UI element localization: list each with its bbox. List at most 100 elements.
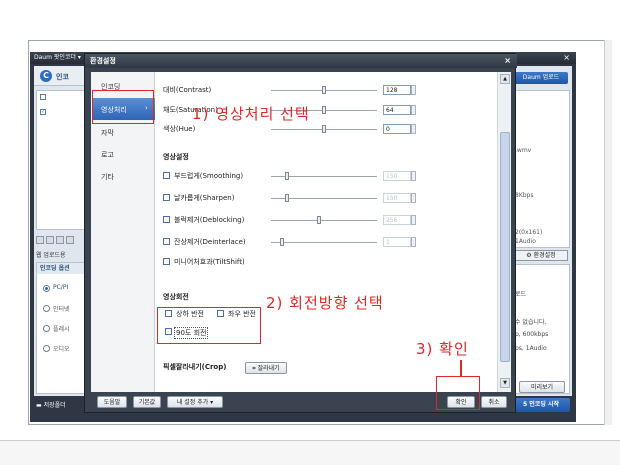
annotation-box-step1	[92, 90, 154, 124]
crop-title: 픽셀잘라내기(Crop)	[163, 363, 227, 371]
contrast-spinner[interactable]	[411, 85, 416, 95]
encoder-logo-icon: C	[40, 70, 52, 82]
smoothing-slider-knob[interactable]	[284, 172, 289, 180]
app-close-icon[interactable]: ×	[563, 52, 570, 64]
settings-scrollbar[interactable]: ▲ ▼	[497, 72, 511, 392]
add-my-settings-button[interactable]: 내 설정 추가 ▾	[167, 396, 223, 408]
hue-spinner[interactable]	[411, 124, 416, 134]
file-info-audio: 1Audio	[515, 238, 536, 245]
summary-line: 로드	[515, 291, 527, 298]
list-button[interactable]	[36, 236, 44, 244]
scroll-up-icon[interactable]: ▲	[500, 74, 510, 84]
video-settings-title: 영상설정	[163, 153, 189, 161]
save-folder-label: 저장폴더	[43, 402, 66, 409]
deblocking-spinner[interactable]	[411, 215, 416, 225]
crop-button-label: 잘라내기	[257, 365, 280, 372]
deinterlace-checkbox[interactable]	[163, 238, 170, 245]
saturation-spinner[interactable]	[411, 105, 416, 115]
deblocking-checkbox[interactable]	[163, 216, 170, 223]
tiltshift-checkbox[interactable]	[163, 258, 170, 265]
dialog-close-icon[interactable]: ×	[504, 54, 511, 68]
radio-label-pc: PC/PI	[53, 284, 69, 291]
hue-slider-knob[interactable]	[322, 125, 326, 133]
radio-audio[interactable]	[43, 345, 50, 352]
deinterlace-slider[interactable]	[271, 242, 377, 243]
saturation-slider-knob[interactable]	[322, 106, 326, 114]
annotation-box-step2	[157, 307, 261, 344]
list-button[interactable]	[46, 236, 54, 244]
page-bottom-bar	[0, 440, 620, 465]
deblocking-value-input[interactable]: 256	[383, 215, 411, 225]
summary-line: 수 없습니다.	[515, 319, 547, 326]
encode-start-button[interactable]: 5 인코딩 시작	[512, 398, 570, 412]
deinterlace-spinner[interactable]	[411, 237, 416, 247]
encode-header-label: 인코	[56, 73, 69, 81]
gear-icon: ⚙	[526, 252, 534, 259]
cancel-button[interactable]: 취소	[481, 396, 507, 408]
sharpen-checkbox[interactable]	[163, 194, 170, 201]
page-scrollbar[interactable]	[604, 40, 612, 425]
app-title[interactable]: Daum 팟인코더 ▾	[34, 54, 81, 61]
file-row-checkbox[interactable]: ✓	[40, 109, 46, 115]
web-upload-label[interactable]: 웹 업로드용	[36, 250, 66, 259]
crop-button[interactable]: ⌗ 잘라내기	[245, 362, 287, 374]
folder-icon: ▬	[36, 402, 44, 409]
list-button[interactable]	[56, 236, 64, 244]
radio-pc[interactable]	[43, 285, 50, 292]
radio-label-internet: 인터넷	[53, 306, 70, 313]
scroll-thumb[interactable]	[500, 132, 510, 362]
file-info-panel: .wmv 8Kbps 2(0x161) 1Audio	[512, 90, 570, 248]
sharpen-value-input[interactable]: 150	[383, 193, 411, 203]
smoothing-checkbox[interactable]	[163, 172, 170, 179]
annotation-box-step3	[436, 376, 480, 410]
radio-flash[interactable]	[43, 325, 50, 332]
smoothing-label: 부드럽게(Smoothing)	[174, 172, 244, 180]
annotation-step3: 3) 확인	[416, 340, 469, 358]
nav-item-other[interactable]: 기타	[101, 172, 114, 182]
default-button[interactable]: 기본값	[133, 396, 161, 408]
contrast-label: 대비(Contrast)	[163, 86, 212, 94]
encode-summary-panel: 로드 수 없습니다. p, 600kbps ps, 1Audio 미리보기	[512, 264, 570, 394]
contrast-value-input[interactable]: 128	[383, 85, 411, 95]
file-info-bitrate: 8Kbps	[515, 192, 534, 199]
deblocking-slider-knob[interactable]	[316, 216, 321, 224]
nav-item-logo[interactable]: 로고	[101, 150, 114, 160]
file-select-all-checkbox[interactable]	[40, 94, 46, 100]
annotation-pointer-step3	[460, 360, 462, 376]
preview-button[interactable]: 미리보기	[519, 381, 565, 393]
daum-upload-button[interactable]: Daum 업로드	[514, 72, 568, 84]
environment-settings-label: 환경설정	[533, 252, 556, 259]
deinterlace-value-input[interactable]: 1	[383, 237, 411, 247]
tiltshift-label: 미니어처효과(TiltShift)	[174, 258, 245, 266]
smoothing-value-input[interactable]: 150	[383, 171, 411, 181]
radio-label-flash: 플레시	[53, 326, 70, 333]
nav-item-subtitle[interactable]: 자막	[101, 128, 114, 138]
hue-label: 색상(Hue)	[163, 125, 196, 133]
radio-label-audio: 오디오	[53, 346, 70, 353]
list-button[interactable]	[66, 236, 74, 244]
file-info-format: .wmv	[515, 147, 532, 154]
annotation-step1: 1) 영상처리 선택	[192, 105, 310, 123]
file-info-resolution: 2(0x161)	[515, 229, 543, 236]
environment-settings-button[interactable]: ⚙ 환경설정	[514, 250, 568, 261]
dialog-title: 환경설정	[90, 57, 116, 65]
smoothing-spinner[interactable]	[411, 171, 416, 181]
help-button[interactable]: 도움말	[97, 396, 127, 408]
deblocking-slider[interactable]	[271, 220, 377, 221]
annotation-step2: 2) 회전방향 선택	[266, 294, 384, 312]
sharpen-label: 날카롭게(Sharpen)	[174, 194, 235, 202]
sharpen-slider-knob[interactable]	[284, 194, 289, 202]
radio-internet[interactable]	[43, 305, 50, 312]
scroll-down-icon[interactable]: ▼	[500, 378, 510, 388]
deinterlace-slider-knob[interactable]	[279, 238, 284, 246]
saturation-value-input[interactable]: 64	[383, 105, 411, 115]
deblocking-label: 블럭제거(Deblocking)	[174, 216, 245, 224]
contrast-slider-knob[interactable]	[322, 86, 326, 94]
save-folder-button[interactable]: ▬ 저장폴더	[36, 400, 66, 409]
rotation-title: 영상회전	[163, 293, 189, 301]
hue-value-input[interactable]: 0	[383, 124, 411, 134]
summary-line: p, 600kbps	[515, 331, 549, 338]
deinterlace-label: 잔상제거(Deinterlace)	[174, 238, 246, 246]
sharpen-spinner[interactable]	[411, 193, 416, 203]
summary-line: ps, 1Audio	[515, 345, 547, 352]
